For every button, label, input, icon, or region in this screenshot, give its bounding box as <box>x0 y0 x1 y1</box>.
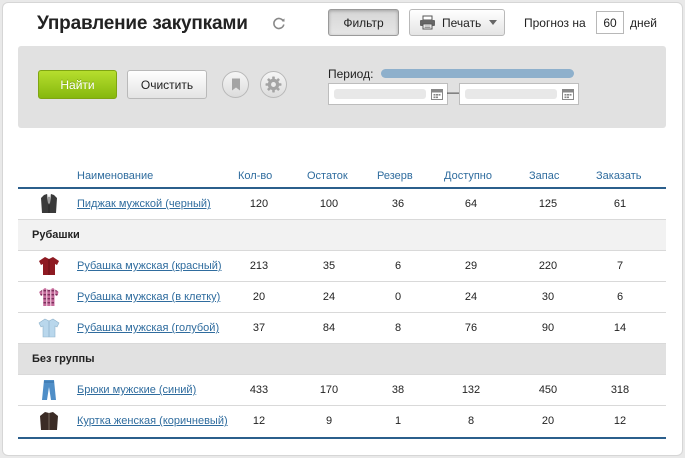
date-separator: — <box>447 85 459 99</box>
stock-cell: 84 <box>322 322 336 334</box>
app-window: Управление закупками Фильтр Печать Прогн… <box>2 2 683 456</box>
product-link[interactable]: Пиджак мужской (черный) <box>77 198 211 210</box>
purchase-table: Пиджак мужской (черный) 120 100 36 64 12… <box>18 187 666 439</box>
product-link[interactable]: Рубашка мужская (голубой) <box>77 322 219 334</box>
group-row: Рубашки <box>18 220 666 251</box>
reserve-cell: 1 <box>394 415 402 427</box>
column-header-supply[interactable]: Запас <box>529 170 559 182</box>
supply-cell: 125 <box>538 198 558 210</box>
available-cell: 29 <box>464 260 478 272</box>
available-cell: 8 <box>467 415 475 427</box>
available-cell: 24 <box>464 291 478 303</box>
product-link[interactable]: Рубашка мужская (красный) <box>77 260 222 272</box>
stock-cell: 35 <box>322 260 336 272</box>
reserve-cell: 6 <box>394 260 402 272</box>
refresh-icon[interactable] <box>272 16 286 30</box>
stock-cell: 170 <box>319 384 339 396</box>
supply-cell: 450 <box>538 384 558 396</box>
column-header-reserve[interactable]: Резерв <box>377 170 413 182</box>
forecast-label: Прогноз на <box>524 16 586 30</box>
table-row: Брюки мужские (синий) 433 170 38 132 450… <box>18 375 666 406</box>
quantity-cell: 120 <box>249 198 269 210</box>
reserve-cell: 36 <box>391 198 405 210</box>
filter-button[interactable]: Фильтр <box>328 9 399 36</box>
order-cell: 6 <box>616 291 624 303</box>
settings-button[interactable] <box>260 71 287 98</box>
order-cell: 14 <box>613 322 627 334</box>
supply-cell: 20 <box>541 415 555 427</box>
calendar-icon[interactable] <box>562 88 574 100</box>
group-label: Без группы <box>32 353 95 365</box>
table-row: Куртка женская (коричневый) 12 9 1 8 20 … <box>18 406 666 437</box>
column-header-available[interactable]: Доступно <box>444 170 492 182</box>
print-button[interactable]: Печать <box>409 9 505 36</box>
period-range-slider[interactable] <box>381 69 574 78</box>
jacket-black-icon <box>41 194 57 213</box>
column-header-order[interactable]: Заказать <box>596 170 642 182</box>
shirt-plaid-icon <box>39 288 59 306</box>
available-cell: 132 <box>461 384 481 396</box>
available-cell: 76 <box>464 322 478 334</box>
table-row: Пиджак мужской (черный) 120 100 36 64 12… <box>18 189 666 220</box>
table-row: Рубашка мужская (голубой) 37 84 8 76 90 … <box>18 313 666 344</box>
product-link[interactable]: Куртка женская (коричневый) <box>77 415 228 427</box>
group-row: Без группы <box>18 344 666 375</box>
product-link[interactable]: Рубашка мужская (в клетку) <box>77 291 220 303</box>
date-to-field[interactable] <box>459 83 579 105</box>
find-button[interactable]: Найти <box>38 70 117 99</box>
print-button-label: Печать <box>442 15 482 30</box>
product-link[interactable]: Брюки мужские (синий) <box>77 384 196 396</box>
order-cell: 7 <box>616 260 624 272</box>
date-from-value <box>334 89 426 99</box>
order-cell: 61 <box>613 198 627 210</box>
quantity-cell: 213 <box>249 260 269 272</box>
date-from-field[interactable] <box>328 83 448 105</box>
printer-icon <box>420 15 435 30</box>
order-cell: 318 <box>610 384 630 396</box>
stock-cell: 9 <box>325 415 333 427</box>
date-to-value <box>465 89 557 99</box>
shirt-blue-icon <box>38 318 60 338</box>
column-header-stock[interactable]: Остаток <box>307 170 348 182</box>
group-label: Рубашки <box>32 229 80 241</box>
filter-panel: Найти Очистить Период: — <box>18 46 666 128</box>
column-header-name[interactable]: Наименование <box>77 170 153 182</box>
bookmark-icon <box>231 78 240 91</box>
filter-button-label: Фильтр <box>343 15 384 30</box>
page-title: Управление закупками <box>37 13 248 34</box>
forecast-unit-label: дней <box>630 16 658 30</box>
bookmark-button[interactable] <box>222 71 249 98</box>
clear-button[interactable]: Очистить <box>127 70 207 99</box>
find-button-label: Найти <box>60 77 95 92</box>
quantity-cell: 12 <box>252 415 266 427</box>
forecast-days-input[interactable] <box>596 11 624 34</box>
quantity-cell: 433 <box>249 384 269 396</box>
calendar-icon[interactable] <box>431 88 443 100</box>
jeans-blue-icon <box>42 380 56 400</box>
order-cell: 12 <box>613 415 627 427</box>
table-header: Наименование Кол-во Остаток Резерв Досту… <box>18 165 666 187</box>
supply-cell: 90 <box>541 322 555 334</box>
chevron-down-icon <box>489 20 498 25</box>
supply-cell: 30 <box>541 291 555 303</box>
available-cell: 64 <box>464 198 478 210</box>
gear-icon <box>265 76 282 93</box>
reserve-cell: 38 <box>391 384 405 396</box>
clear-button-label: Очистить <box>140 77 194 92</box>
column-header-quantity[interactable]: Кол-во <box>238 170 272 182</box>
reserve-cell: 0 <box>394 291 402 303</box>
table-row: Рубашка мужская (красный) 213 35 6 29 22… <box>18 251 666 282</box>
period-label: Период: <box>328 67 374 81</box>
supply-cell: 220 <box>538 260 558 272</box>
stock-cell: 100 <box>319 198 339 210</box>
reserve-cell: 8 <box>394 322 402 334</box>
quantity-cell: 37 <box>252 322 266 334</box>
jacket-brown-icon <box>40 412 58 430</box>
table-row: Рубашка мужская (в клетку) 20 24 0 24 30… <box>18 282 666 313</box>
quantity-cell: 20 <box>252 291 266 303</box>
shirt-red-icon <box>39 257 59 275</box>
stock-cell: 24 <box>322 291 336 303</box>
